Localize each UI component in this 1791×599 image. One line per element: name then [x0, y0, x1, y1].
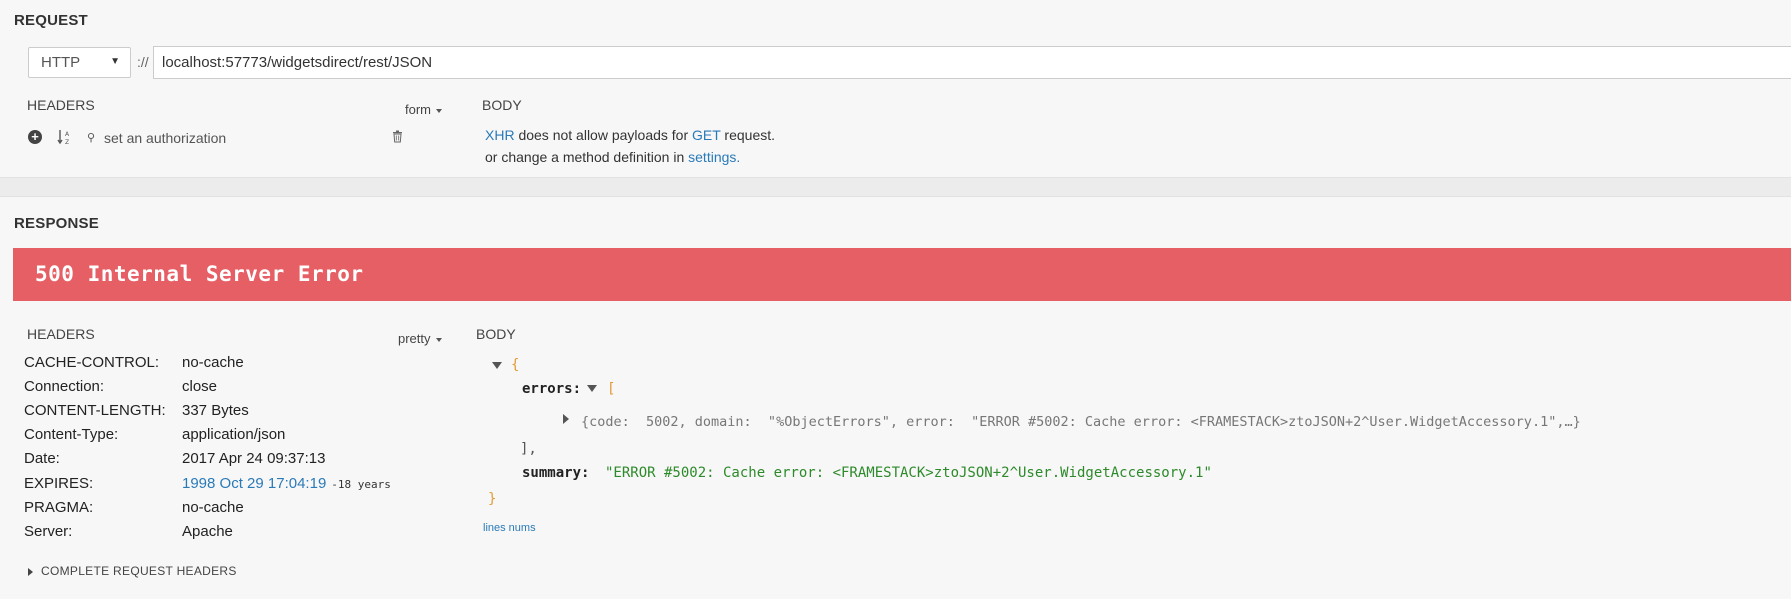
expires-date-link[interactable]: 1998 Oct 29 17:04:19: [182, 475, 326, 492]
json-errors-row: errors:: [522, 381, 581, 397]
chevron-down-icon: ▼: [110, 56, 120, 67]
header-key: PRAGMA:: [24, 499, 94, 516]
complete-request-headers-label: COMPLETE REQUEST HEADERS: [41, 564, 237, 578]
method-select[interactable]: HTTP ▼: [28, 47, 131, 78]
settings-link[interactable]: settings.: [688, 149, 740, 165]
request-body-label: BODY: [482, 97, 522, 113]
json-collapsed-error-item[interactable]: {code: 5002, domain: "%ObjectErrors", er…: [581, 414, 1581, 430]
lines-nums-toggle[interactable]: lines nums: [483, 522, 536, 534]
header-key: Date:: [24, 450, 60, 467]
request-title: REQUEST: [14, 12, 88, 29]
status-banner: 500 Internal Server Error: [13, 248, 1791, 301]
header-key: Connection:: [24, 378, 105, 395]
add-header-icon[interactable]: +: [28, 130, 42, 144]
json-open-brace: {: [511, 357, 520, 373]
json-summary-value: "ERROR #5002: Cache error: <FRAMESTACK>z…: [605, 465, 1212, 481]
header-value: no-cache: [182, 499, 244, 516]
complete-request-headers-toggle[interactable]: COMPLETE REQUEST HEADERS: [28, 564, 237, 578]
response-headers-label: HEADERS: [27, 326, 95, 342]
request-headers-label: HEADERS: [27, 97, 95, 113]
json-close-brace: }: [488, 491, 497, 507]
header-key: CACHE-CONTROL:: [24, 354, 160, 371]
json-errors-key: errors:: [522, 381, 582, 397]
xhr-link[interactable]: XHR: [485, 127, 515, 143]
header-value: 2017 Apr 24 09:37:13: [182, 450, 326, 467]
body-msg-text2: request.: [720, 127, 776, 143]
header-value-expires: 1998 Oct 29 17:04:19 -18 years: [182, 475, 391, 492]
body-message-line2: or change a method definition in setting…: [485, 149, 740, 165]
collapse-root-icon[interactable]: [492, 362, 502, 369]
response-format-value: pretty: [398, 331, 431, 346]
method-value: HTTP: [41, 54, 81, 71]
key-icon: ⚲: [87, 132, 96, 144]
set-authorization-link[interactable]: set an authorization: [104, 130, 226, 146]
svg-text:Z: Z: [65, 139, 69, 146]
header-key: CONTENT-LENGTH:: [24, 402, 166, 419]
header-value: no-cache: [182, 354, 244, 371]
status-text: 500 Internal Server Error: [35, 262, 364, 286]
header-value: 337 Bytes: [182, 402, 249, 419]
header-key: Content-Type:: [24, 426, 119, 443]
body-message-line1: XHR does not allow payloads for GET requ…: [485, 127, 775, 143]
caret-down-icon: [435, 337, 442, 342]
header-key: Server:: [24, 523, 73, 540]
header-value: application/json: [182, 426, 286, 443]
json-close-bracket: ],: [520, 441, 537, 457]
trash-icon[interactable]: [392, 130, 403, 143]
body-msg-line2-text: or change a method definition in: [485, 149, 689, 165]
get-link[interactable]: GET: [692, 127, 721, 143]
response-title: RESPONSE: [14, 215, 99, 232]
body-msg-text1: does not allow payloads for: [514, 127, 693, 143]
json-open-bracket: [: [607, 381, 616, 397]
headers-format-value: form: [405, 102, 431, 117]
protocol-separator: ://: [137, 54, 149, 70]
caret-down-icon: [436, 108, 442, 113]
url-input[interactable]: [153, 46, 1791, 79]
svg-text:A: A: [65, 131, 70, 138]
expand-error-item-icon[interactable]: [563, 414, 569, 424]
collapse-errors-icon[interactable]: [587, 385, 597, 392]
json-summary-key: summary:: [522, 465, 590, 481]
response-body-label: BODY: [476, 326, 516, 342]
header-key: EXPIRES:: [24, 475, 94, 492]
request-panel: REQUEST HTTP ▼ :// HEADERS form BODY + A…: [0, 0, 1791, 178]
headers-format-dropdown[interactable]: form: [405, 102, 442, 117]
json-summary-row: summary:: [522, 465, 589, 481]
response-format-dropdown[interactable]: pretty: [398, 331, 442, 346]
caret-right-icon: [28, 567, 33, 576]
relative-time: -18 years: [331, 478, 391, 491]
header-value: Apache: [182, 523, 233, 540]
sort-icon[interactable]: AZ: [57, 128, 73, 146]
header-value: close: [182, 378, 218, 395]
